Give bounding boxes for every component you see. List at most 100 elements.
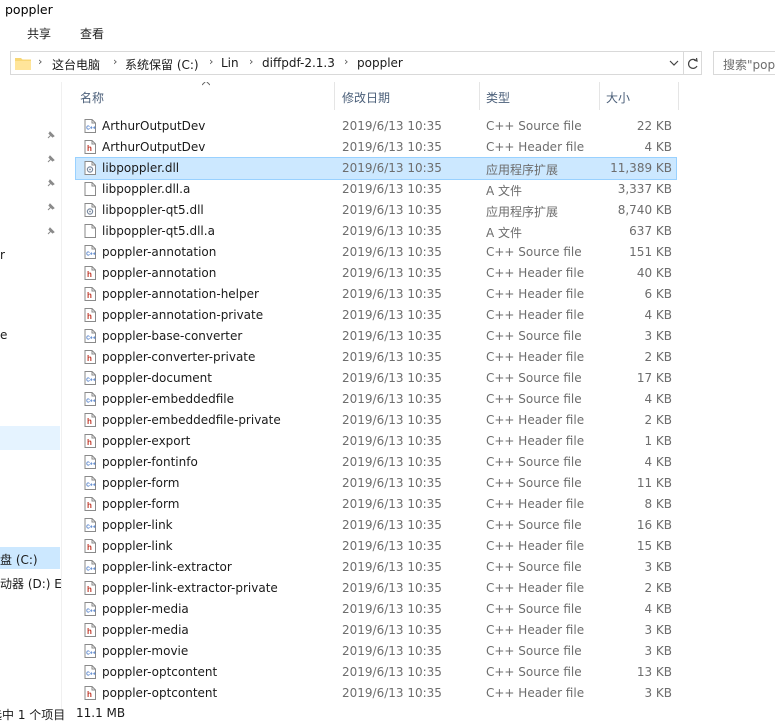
column-divider[interactable]: [678, 82, 679, 110]
nav-item-drive-c[interactable]: 盘 (C:): [0, 547, 60, 569]
svg-text:h: h: [87, 312, 92, 321]
file-name: poppler-converter-private: [102, 350, 256, 364]
file-date: 2019/6/13 10:35: [342, 413, 442, 427]
svg-text:C++: C++: [86, 483, 96, 489]
file-type: C++ Source file: [486, 665, 582, 679]
file-row[interactable]: h poppler-annotation 2019/6/13 10:35 C++ He…: [76, 263, 676, 284]
file-type: C++ Header file: [486, 623, 585, 637]
file-row[interactable]: libpoppler-qt5.dll 2019/6/13 10:35 应用程序扩展 8…: [76, 200, 676, 221]
cpp-source-icon: C++: [84, 392, 96, 406]
search-input[interactable]: 搜索"pop: [713, 51, 775, 75]
tab-view[interactable]: 查看: [80, 25, 104, 42]
pin-icon[interactable]: [45, 177, 57, 189]
file-row[interactable]: h poppler-media 2019/6/13 10:35 C++ Header …: [76, 620, 676, 641]
file-row[interactable]: libpoppler-qt5.dll.a 2019/6/13 10:35 A 文件 6…: [76, 221, 676, 242]
file-name: poppler-annotation: [102, 245, 217, 259]
nav-item-drive-d[interactable]: 动器 (D:) E: [0, 575, 62, 592]
file-row[interactable]: C++ poppler-movie 2019/6/13 10:35 C++ Sourc…: [76, 641, 676, 662]
nav-item-highlight[interactable]: [0, 426, 60, 450]
file-row[interactable]: h poppler-embeddedfile-private 2019/6/13 1…: [76, 410, 676, 431]
file-row[interactable]: C++ poppler-base-converter 2019/6/13 10:35…: [76, 326, 676, 347]
file-row[interactable]: C++ poppler-optcontent 2019/6/13 10:35 C++ …: [76, 662, 676, 683]
column-divider[interactable]: [334, 82, 335, 110]
address-bar[interactable]: › 这台电脑 › 系统保留 (C:) › Lin › diffpdf-2.1.3…: [10, 51, 684, 75]
file-name: poppler-annotation-helper: [102, 287, 259, 301]
pin-icon[interactable]: [45, 225, 57, 237]
breadcrumb-this-pc[interactable]: 这台电脑: [52, 56, 100, 73]
svg-text:C++: C++: [86, 336, 96, 342]
column-header-name[interactable]: 名称: [80, 89, 104, 106]
status-selection: 选中 1 个项目: [0, 708, 66, 722]
file-row[interactable]: h poppler-annotation-private 2019/6/13 10:…: [76, 305, 676, 326]
column-divider[interactable]: [479, 82, 480, 110]
tab-share[interactable]: 共享: [27, 25, 51, 42]
file-row[interactable]: h poppler-form 2019/6/13 10:35 C++ Header f…: [76, 494, 676, 515]
file-row[interactable]: C++ poppler-embeddedfile 2019/6/13 10:35 C+…: [76, 389, 676, 410]
svg-text:h: h: [87, 354, 92, 363]
file-row[interactable]: h ArthurOutputDev 2019/6/13 10:35 C++ Heade…: [76, 137, 676, 158]
file-date: 2019/6/13 10:35: [342, 203, 442, 217]
chevron-down-icon[interactable]: [667, 54, 681, 72]
file-row[interactable]: h poppler-annotation-helper 2019/6/13 10:3…: [76, 284, 676, 305]
file-date: 2019/6/13 10:35: [342, 245, 442, 259]
file-row[interactable]: C++ poppler-document 2019/6/13 10:35 C++ So…: [76, 368, 676, 389]
breadcrumb-separator: ›: [249, 55, 254, 68]
dll-icon: [84, 161, 96, 175]
file-row[interactable]: libpoppler.dll 2019/6/13 10:35 应用程序扩展 11,38…: [75, 157, 677, 180]
file-row[interactable]: C++ poppler-media 2019/6/13 10:35 C++ Sourc…: [76, 599, 676, 620]
nav-item-fragment[interactable]: r: [0, 248, 5, 262]
svg-text:C++: C++: [86, 378, 96, 384]
file-name: libpoppler-qt5.dll.a: [102, 224, 215, 238]
file-size: 11 KB: [636, 476, 672, 490]
svg-text:h: h: [87, 543, 92, 552]
file-name: poppler-embeddedfile-private: [102, 413, 281, 427]
file-date: 2019/6/13 10:35: [342, 686, 442, 700]
breadcrumb-lin[interactable]: Lin: [221, 56, 239, 70]
pin-icon[interactable]: [45, 201, 57, 213]
file-size: 3 KB: [644, 560, 672, 574]
file-size: 4 KB: [644, 308, 672, 322]
window-title: poppler: [5, 2, 53, 17]
refresh-button[interactable]: [684, 51, 702, 75]
file-size: 2 KB: [644, 581, 672, 595]
pin-icon[interactable]: [45, 129, 57, 141]
file-name: poppler-form: [102, 476, 180, 490]
breadcrumb-drive-c[interactable]: 系统保留 (C:): [125, 56, 199, 73]
file-name: libpoppler.dll.a: [102, 182, 191, 196]
column-header-date[interactable]: 修改日期: [342, 89, 390, 106]
column-divider[interactable]: [599, 82, 600, 110]
file-date: 2019/6/13 10:35: [342, 224, 442, 238]
file-row[interactable]: C++ ArthurOutputDev 2019/6/13 10:35 C++ Sou…: [76, 116, 676, 137]
file-row[interactable]: h poppler-optcontent 2019/6/13 10:35 C++ He…: [76, 683, 676, 704]
svg-text:C++: C++: [86, 609, 96, 615]
file-row[interactable]: h poppler-converter-private 2019/6/13 10:3…: [76, 347, 676, 368]
dll-icon: [84, 203, 96, 217]
svg-text:h: h: [87, 270, 92, 279]
column-header-size[interactable]: 大小: [606, 89, 630, 106]
cpp-source-icon: C++: [84, 119, 96, 133]
address-row: › 这台电脑 › 系统保留 (C:) › Lin › diffpdf-2.1.3…: [0, 48, 775, 80]
breadcrumb-diffpdf[interactable]: diffpdf-2.1.3: [262, 56, 335, 70]
file-type: C++ Source file: [486, 560, 582, 574]
file-name: libpoppler-qt5.dll: [102, 203, 204, 217]
pin-icon[interactable]: [45, 153, 57, 165]
column-header-type[interactable]: 类型: [486, 89, 510, 106]
file-row[interactable]: C++ poppler-fontinfo 2019/6/13 10:35 C++ So…: [76, 452, 676, 473]
file-row[interactable]: h poppler-link 2019/6/13 10:35 C++ Header f…: [76, 536, 676, 557]
file-row[interactable]: C++ poppler-link 2019/6/13 10:35 C++ Source…: [76, 515, 676, 536]
nav-item-fragment[interactable]: e: [0, 328, 7, 342]
file-type: C++ Source file: [486, 476, 582, 490]
file-row[interactable]: C++ poppler-annotation 2019/6/13 10:35 C++ …: [76, 242, 676, 263]
cpp-source-icon: C++: [84, 665, 96, 679]
breadcrumb-separator: ›: [38, 55, 43, 68]
breadcrumb-poppler[interactable]: poppler: [357, 56, 403, 70]
file-type: A 文件: [486, 226, 523, 240]
file-row[interactable]: C++ poppler-form 2019/6/13 10:35 C++ Source…: [76, 473, 676, 494]
file-row[interactable]: C++ poppler-link-extractor 2019/6/13 10:35…: [76, 557, 676, 578]
file-row[interactable]: libpoppler.dll.a 2019/6/13 10:35 A 文件 3,337…: [76, 179, 676, 200]
file-row[interactable]: h poppler-export 2019/6/13 10:35 C++ Header…: [76, 431, 676, 452]
cpp-source-icon: C++: [84, 644, 96, 658]
file-row[interactable]: h poppler-link-extractor-private 2019/6/13…: [76, 578, 676, 599]
cpp-header-icon: h: [84, 140, 96, 154]
generic-file-icon: [84, 224, 96, 238]
